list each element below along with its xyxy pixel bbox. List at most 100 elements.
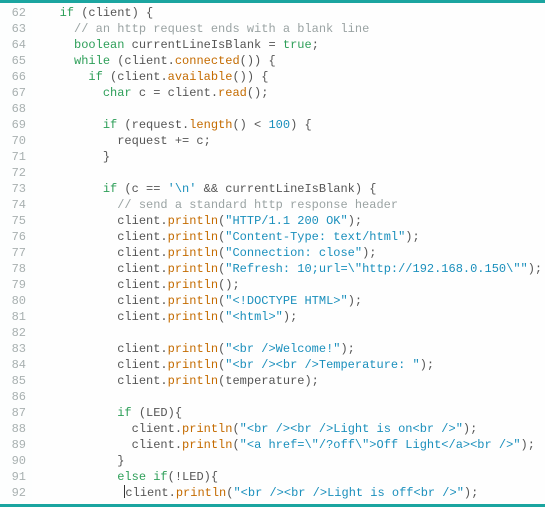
line-number: 78 <box>0 261 32 277</box>
token-p: client. <box>117 310 167 324</box>
code-content: client.println("Content-Type: text/html"… <box>32 229 420 245</box>
code-content: request += c; <box>32 133 211 149</box>
line-number: 89 <box>0 437 32 453</box>
code-content: else if(!LED){ <box>32 469 218 485</box>
token-mth: println <box>168 246 218 260</box>
token-mth: read <box>218 86 247 100</box>
code-content: client.println("<br /><br />Temperature:… <box>32 357 434 373</box>
code-content: if (client.available()) { <box>32 69 268 85</box>
code-content: client.println("<br />Welcome!"); <box>32 341 355 357</box>
code-line: 88 client.println("<br /><br />Light is … <box>0 421 545 437</box>
token-p: ); <box>464 486 478 500</box>
code-line: 73 if (c == '\n' && currentLineIsBlank) … <box>0 181 545 197</box>
token-p: client. <box>117 262 167 276</box>
line-number: 76 <box>0 229 32 245</box>
code-content: while (client.connected()) { <box>32 53 276 69</box>
line-number: 72 <box>0 165 32 181</box>
token-p: ) { <box>290 118 312 132</box>
code-content: boolean currentLineIsBlank = true; <box>32 37 319 53</box>
token-str: "Refresh: 10;url=\"http://192.168.0.150\… <box>225 262 527 276</box>
token-mth: available <box>168 70 233 84</box>
code-line: 70 request += c; <box>0 133 545 149</box>
code-content: client.println("<br /><br />Light is off… <box>32 485 478 501</box>
token-p: && currentLineIsBlank) { <box>196 182 376 196</box>
token-p: () < <box>232 118 268 132</box>
token-p: ); <box>362 246 376 260</box>
token-p: ()) { <box>240 54 276 68</box>
line-number: 80 <box>0 293 32 309</box>
token-kw: if <box>60 6 74 20</box>
line-number: 69 <box>0 117 32 133</box>
code-content <box>32 325 38 341</box>
line-number: 83 <box>0 341 32 357</box>
code-line: 68 <box>0 101 545 117</box>
token-p: (c == <box>117 182 167 196</box>
code-line: 83 client.println("<br />Welcome!"); <box>0 341 545 357</box>
token-cm: // an http request ends with a blank lin… <box>74 22 369 36</box>
code-line: 91 else if(!LED){ <box>0 469 545 485</box>
token-kw: else if <box>117 470 167 484</box>
code-line: 72 <box>0 165 545 181</box>
token-str: "<br /><br />Light is on<br />" <box>240 422 463 436</box>
code-line: 64 boolean currentLineIsBlank = true; <box>0 37 545 53</box>
token-kw: if <box>117 406 131 420</box>
token-p: client. <box>117 294 167 308</box>
line-number: 63 <box>0 21 32 37</box>
token-mth: println <box>168 230 218 244</box>
code-line: 71 } <box>0 149 545 165</box>
code-line: 82 <box>0 325 545 341</box>
token-p: client. <box>117 230 167 244</box>
code-line: 76 client.println("Content-Type: text/ht… <box>0 229 545 245</box>
token-p: (); <box>247 86 269 100</box>
line-number: 66 <box>0 69 32 85</box>
code-line: 81 client.println("<html>"); <box>0 309 545 325</box>
token-p: c = client. <box>132 86 218 100</box>
code-content: client.println(temperature); <box>32 373 319 389</box>
token-p: } <box>117 454 124 468</box>
code-line: 67 char c = client.read(); <box>0 85 545 101</box>
token-cm: // send a standard http response header <box>117 198 398 212</box>
code-content: // send a standard http response header <box>32 197 398 213</box>
token-num: '\n' <box>168 182 197 196</box>
token-str: "<html>" <box>225 310 283 324</box>
line-number: 82 <box>0 325 32 341</box>
line-number: 64 <box>0 37 32 53</box>
line-number: 68 <box>0 101 32 117</box>
code-content: char c = client.read(); <box>32 85 268 101</box>
token-mth: println <box>176 486 226 500</box>
code-line: 62 if (client) { <box>0 5 545 21</box>
code-line: 77 client.println("Connection: close"); <box>0 245 545 261</box>
code-content: } <box>32 149 110 165</box>
code-content: if (client) { <box>32 5 153 21</box>
token-kw: true <box>283 38 312 52</box>
token-p: ); <box>463 422 477 436</box>
line-number: 84 <box>0 357 32 373</box>
line-number: 81 <box>0 309 32 325</box>
code-content: if (c == '\n' && currentLineIsBlank) { <box>32 181 376 197</box>
token-mth: connected <box>175 54 240 68</box>
code-line: 84 client.println("<br /><br />Temperatu… <box>0 357 545 373</box>
token-kw: while <box>74 54 110 68</box>
code-content: // an http request ends with a blank lin… <box>32 21 369 37</box>
token-kw: boolean <box>74 38 124 52</box>
line-number: 91 <box>0 469 32 485</box>
token-p: (temperature); <box>218 374 319 388</box>
code-content: client.println("Refresh: 10;url=\"http:/… <box>32 261 542 277</box>
code-line: 74 // send a standard http response head… <box>0 197 545 213</box>
line-number: 79 <box>0 277 32 293</box>
token-p: request += c; <box>117 134 211 148</box>
code-content: client.println("<html>"); <box>32 309 297 325</box>
code-line: 78 client.println("Refresh: 10;url=\"htt… <box>0 261 545 277</box>
code-content: if (LED){ <box>32 405 182 421</box>
line-number: 85 <box>0 373 32 389</box>
token-p: ); <box>405 230 419 244</box>
token-mth: println <box>168 358 218 372</box>
line-number: 92 <box>0 485 32 501</box>
line-number: 90 <box>0 453 32 469</box>
token-mth: println <box>168 278 218 292</box>
line-number: 71 <box>0 149 32 165</box>
code-content: client.println("<a href=\"/?off\">Off Li… <box>32 437 535 453</box>
code-editor[interactable]: 62 if (client) {63 // an http request en… <box>0 3 545 501</box>
token-p: client. <box>132 438 182 452</box>
code-content: client.println("<!DOCTYPE HTML>"); <box>32 293 362 309</box>
